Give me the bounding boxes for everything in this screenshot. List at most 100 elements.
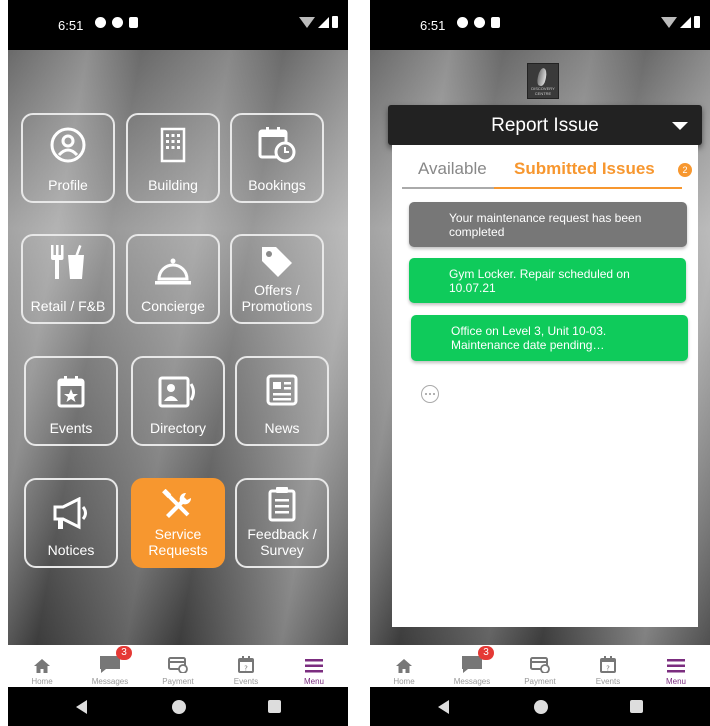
tile-label: Feedback / Survey [247,526,317,558]
tab-events[interactable]: ? Events [574,645,642,687]
submitted-count-badge: 2 [678,163,692,177]
tab-messages[interactable]: 3 Messages [76,645,144,687]
issue-item[interactable]: Office on Level 3, Unit 10-03. Maintenan… [411,315,688,361]
tab-messages[interactable]: 3 Messages [438,645,506,687]
hamburger-icon [305,659,323,673]
contact-card-icon [158,376,195,408]
tab-submitted-issues[interactable]: Submitted Issues [514,159,655,179]
notification-icon [457,17,468,28]
battery-icon [332,16,338,28]
issue-text: Gym Locker. Repair scheduled on 10.07.21 [449,267,630,295]
tile-bookings[interactable]: Bookings [230,113,324,203]
tile-feedback-survey[interactable]: Feedback / Survey [235,478,329,568]
tab-payment[interactable]: Payment [144,645,212,687]
home-circle-icon[interactable] [534,700,548,714]
status-time: 6:51 [420,18,446,33]
cloche-icon [155,258,191,285]
tab-label: Home [393,677,415,686]
messages-badge: 3 [478,646,494,660]
tab-payment[interactable]: Payment [506,645,574,687]
tile-label: News [264,420,300,436]
sim-icon [491,17,500,28]
tab-events[interactable]: ? Events [212,645,280,687]
issue-item[interactable]: Your maintenance request has been comple… [409,202,687,247]
tile-retail-fb[interactable]: Retail / F&B [21,234,115,324]
more-options-icon[interactable] [421,385,439,403]
issues-panel: Available Submitted Issues 2 Your mainte… [392,145,698,627]
chat-icon [100,656,120,673]
profile-icon [50,127,86,163]
report-issue-dropdown[interactable]: Report Issue [388,105,702,145]
status-bar: 6:51 [370,0,710,50]
tile-directory[interactable]: Directory [131,356,225,446]
tab-label: Events [233,677,259,686]
hamburger-icon [667,659,685,673]
svg-text:?: ? [244,665,248,673]
building-icon [160,127,186,163]
tile-service-requests[interactable]: Service Requests [131,478,225,568]
bottom-tab-bar: Home 3 Messages Payment ? Events Menu [370,645,710,687]
tile-offers-promotions[interactable]: Offers / Promotions [230,234,324,324]
issue-tabs: Available Submitted Issues 2 [402,159,698,189]
status-time: 6:51 [58,18,84,33]
fork-drink-icon [51,245,84,279]
issue-item[interactable]: Gym Locker. Repair scheduled on 10.07.21 [409,258,686,303]
svg-text:?: ? [606,665,610,673]
tile-label: Directory [149,420,206,436]
notification-icon [474,17,485,28]
chat-icon [462,656,482,673]
tile-label: Retail / F&B [30,298,106,314]
menu-grid: Profile Building Bookings Retail / F&B C… [8,50,348,645]
tile-news[interactable]: News [235,356,329,446]
tile-profile[interactable]: Profile [21,113,115,203]
page-title: Report Issue [491,115,599,136]
feather-icon [536,67,548,87]
tab-label: Payment [524,677,556,686]
wifi-icon [661,17,677,28]
calendar-icon: ? [238,656,254,673]
tab-home[interactable]: Home [8,645,76,687]
tag-icon [262,247,292,277]
back-icon[interactable] [76,700,87,714]
tile-notices[interactable]: Notices [24,478,118,568]
recents-icon[interactable] [268,700,281,713]
notification-icon [112,17,123,28]
tab-available[interactable]: Available [418,159,487,179]
tile-events[interactable]: Events [24,356,118,446]
clipboard-icon [268,487,296,522]
tile-concierge[interactable]: Concierge [126,234,220,324]
tab-label: Messages [91,677,129,686]
tools-icon [162,489,192,518]
tab-menu[interactable]: Menu [642,645,710,687]
tab-home[interactable]: Home [370,645,438,687]
home-icon [34,659,50,673]
payment-icon [530,657,550,673]
home-circle-icon[interactable] [172,700,186,714]
notification-icons [95,17,138,28]
issue-text: Office on Level 3, Unit 10-03. Maintenan… [451,324,607,352]
tile-label: Offers / Promotions [241,282,313,314]
notification-icon [95,17,106,28]
bottom-tab-bar: Home 3 Messages Payment ? Events Menu [8,645,348,687]
tab-underline [402,187,494,189]
recents-icon[interactable] [630,700,643,713]
android-nav-bar [370,687,710,726]
tile-label: Profile [48,177,88,193]
tab-menu[interactable]: Menu [280,645,348,687]
calendar-clock-icon [258,127,296,163]
tab-label: Events [595,677,621,686]
android-nav-bar [8,687,348,726]
tile-label: Concierge [141,298,205,314]
back-icon[interactable] [438,700,449,714]
phone-menu-screen: 6:51 Profile Building Bookings Retail / … [8,0,348,726]
caret-down-icon [672,122,688,130]
tile-building[interactable]: Building [126,113,220,203]
newspaper-icon [266,374,298,406]
megaphone-icon [53,497,87,530]
tab-label: Menu [665,677,686,686]
tab-label: Messages [453,677,491,686]
tile-label: Service Requests [148,526,208,558]
tab-underline-active [494,187,682,189]
wifi-icon [299,17,315,28]
calendar-star-icon [57,376,85,408]
